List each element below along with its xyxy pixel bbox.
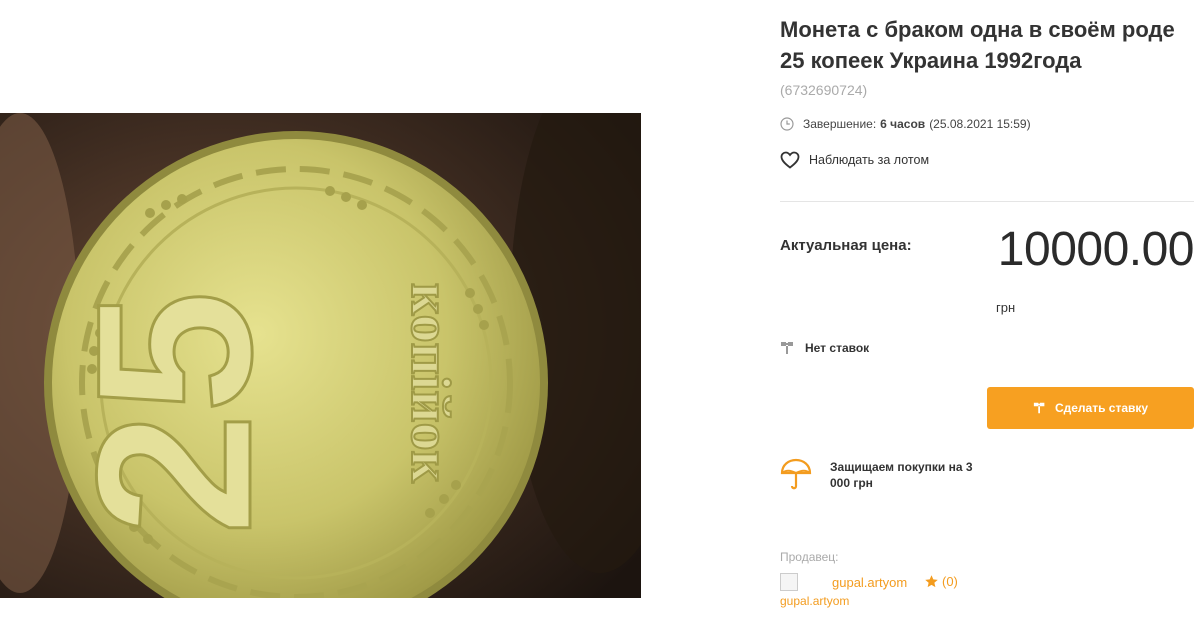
gavel-icon [781, 342, 793, 354]
place-bid-label: Сделать ставку [1054, 401, 1149, 415]
end-datetime: (25.08.2021 15:59) [929, 117, 1031, 131]
seller-avatar-alt[interactable]: gupal.artyom [780, 594, 849, 608]
coin-numeral: 25 [51, 291, 297, 536]
place-bid-button[interactable]: Сделать ставку [987, 387, 1194, 429]
seller-name-link[interactable]: gupal.artyom [832, 575, 907, 590]
buyer-protection-text: Защищаем покупки на 3 000 грн [830, 460, 973, 490]
watch-lot-button[interactable]: Наблюдать за лотом [780, 150, 929, 170]
heart-icon [780, 151, 800, 169]
bids-status-label: Нет ставок [805, 341, 870, 355]
price-value: 10000.00 [997, 223, 1195, 276]
lot-photo[interactable]: 25 копійок [0, 113, 641, 598]
lot-title: Монета с браком одна в своём роде 25 коп… [780, 17, 1175, 73]
end-remaining: 6 часов [880, 117, 926, 131]
lot-info-panel: Монета с браком одна в своём роде 25 коп… [780, 0, 1200, 627]
coin-image: 25 копійок [0, 113, 641, 598]
coin-word: копійок [399, 283, 461, 484]
gavel-icon [1033, 402, 1045, 414]
seller-label: Продавец: [780, 550, 839, 564]
divider [780, 201, 1194, 202]
price-label: Актуальная цена: [780, 237, 912, 254]
end-label: Завершение: [803, 117, 877, 131]
seller-rating-value: (0) [942, 574, 958, 589]
lot-id: (6732690724) [780, 82, 868, 98]
umbrella-icon [780, 458, 812, 490]
watch-lot-label: Наблюдать за лотом [809, 153, 930, 167]
bids-status: Нет ставок [780, 339, 869, 357]
star-icon [925, 575, 938, 588]
auction-end-row: Завершение: 6 часов (25.08.2021 15:59) [780, 114, 1031, 134]
buyer-protection: Защищаем покупки на 3 000 грн [780, 458, 980, 492]
price-currency: грн [996, 300, 1016, 315]
seller-avatar[interactable] [780, 573, 798, 591]
seller-rating[interactable]: (0) [924, 574, 958, 589]
clock-icon [780, 117, 794, 131]
